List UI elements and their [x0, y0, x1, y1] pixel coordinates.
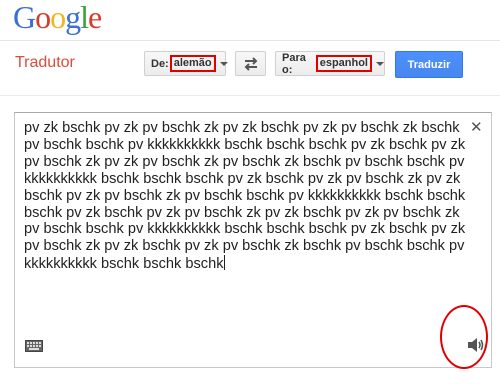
source-text-area[interactable]: pv zk bschk pv zk pv bschk zk pv zk bsch… — [14, 112, 492, 368]
app-title: Tradutor — [15, 54, 75, 71]
swap-arrows-icon — [244, 56, 257, 71]
keyboard-icon[interactable] — [25, 340, 43, 352]
translate-button[interactable]: Traduzir — [395, 51, 463, 78]
header-divider — [0, 40, 500, 41]
target-language-value: espanhol — [315, 55, 372, 72]
chevron-down-icon — [219, 61, 228, 66]
target-language-prefix: Para o: — [282, 51, 306, 76]
speaker-highlight-circle — [440, 305, 488, 369]
swap-languages-button[interactable] — [235, 51, 266, 76]
source-language-value: alemão — [169, 55, 216, 72]
chevron-down-icon — [376, 61, 384, 66]
toolbar-divider — [0, 95, 500, 96]
close-icon[interactable]: ✕ — [470, 118, 483, 136]
google-logo: Google — [13, 0, 102, 35]
text-cursor — [223, 255, 225, 271]
source-text: pv zk bschk pv zk pv bschk zk pv zk bsch… — [24, 120, 466, 273]
source-language-prefix: De: — [151, 57, 169, 70]
source-language-select[interactable]: De: alemão — [144, 51, 228, 76]
target-language-select[interactable]: Para o: espanhol — [275, 51, 385, 76]
